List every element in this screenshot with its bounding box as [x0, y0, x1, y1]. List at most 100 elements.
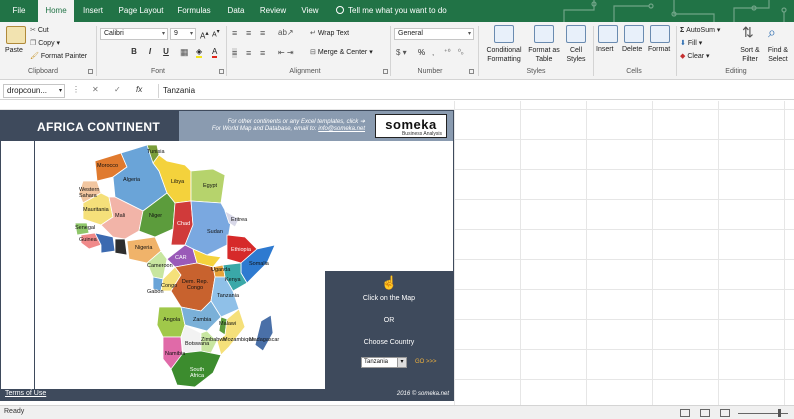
- country-dropdown[interactable]: Tanzania ▾: [361, 357, 407, 368]
- name-box[interactable]: dropcoun... ▾: [3, 84, 65, 98]
- currency-icon[interactable]: $ ▾: [396, 48, 407, 57]
- alignment-launcher-icon[interactable]: [383, 69, 388, 74]
- comma-icon[interactable]: ,: [432, 48, 434, 57]
- copy-button[interactable]: ❐ Copy ▾: [30, 39, 60, 47]
- map-region-egypt[interactable]: [190, 168, 226, 204]
- sort-filter-button[interactable]: Sort & Filter: [738, 46, 762, 64]
- clear-button[interactable]: ◆ Clear ▾: [680, 52, 710, 60]
- someka-logo[interactable]: someka Business Analysis: [375, 114, 447, 138]
- decrease-decimal-icon[interactable]: ⁰₀: [458, 48, 464, 56]
- insert-function-button[interactable]: fx: [136, 85, 142, 94]
- tab-page-layout[interactable]: Page Layout: [114, 0, 168, 22]
- find-select-button[interactable]: Find & Select: [764, 46, 792, 64]
- align-bottom-icon[interactable]: ≡: [260, 28, 265, 38]
- align-right-icon[interactable]: ≡: [260, 48, 265, 58]
- ribbon-separator: [96, 26, 97, 76]
- autosum-button[interactable]: Σ AutoSum ▾: [680, 26, 720, 34]
- percent-button[interactable]: %: [418, 48, 425, 57]
- cut-label: Cut: [37, 27, 49, 34]
- font-color-icon[interactable]: A: [212, 47, 218, 58]
- find-icon[interactable]: ⌕: [768, 24, 776, 41]
- cell-styles-button[interactable]: Cell Styles: [562, 46, 590, 64]
- borders-icon[interactable]: ▦: [180, 47, 189, 58]
- format-painter-button[interactable]: 🖌 Format Painter: [30, 52, 87, 60]
- ribbon-separator: [478, 26, 479, 76]
- insert-cells-icon[interactable]: [598, 25, 618, 43]
- chevron-down-icon[interactable]: ▾: [397, 357, 407, 368]
- align-top-icon[interactable]: ≡: [232, 28, 237, 38]
- clipboard-launcher-icon[interactable]: [88, 69, 93, 74]
- format-as-table-button[interactable]: Format as Table: [526, 46, 562, 64]
- number-format-select[interactable]: General ▾: [394, 28, 474, 40]
- orientation-icon[interactable]: ab↗: [278, 28, 294, 37]
- font-size-value: 9: [174, 30, 178, 37]
- tab-file[interactable]: File: [4, 0, 34, 22]
- email-link[interactable]: info@someka.net: [318, 126, 365, 132]
- ribbon-home: Paste ✂ Cut ❐ Copy ▾ 🖌 Format Painter Cl…: [0, 22, 794, 80]
- grow-font-button[interactable]: A▴: [200, 29, 209, 41]
- font-name-select[interactable]: Calibri ▾: [100, 28, 168, 40]
- grid-line: [454, 101, 455, 405]
- paste-button[interactable]: Paste: [5, 47, 23, 54]
- go-button[interactable]: GO >>>: [415, 359, 437, 365]
- tab-review[interactable]: Review: [256, 0, 290, 22]
- align-left-icon[interactable]: ≡: [232, 48, 238, 58]
- conditional-formatting-button[interactable]: Conditional Formatting: [482, 46, 526, 64]
- paste-icon[interactable]: [6, 26, 26, 44]
- clipboard-group-label: Clipboard: [28, 68, 58, 75]
- font-launcher-icon[interactable]: [219, 69, 224, 74]
- delete-cells-button[interactable]: Delete: [622, 46, 642, 53]
- cancel-icon[interactable]: ✕: [92, 85, 99, 94]
- format-cells-button[interactable]: Format: [648, 46, 670, 53]
- wrap-text-button[interactable]: ↵ Wrap Text: [310, 29, 349, 37]
- formula-input[interactable]: Tanzania: [158, 84, 788, 98]
- enter-icon[interactable]: ✓: [114, 85, 121, 94]
- font-size-select[interactable]: 9 ▾: [170, 28, 196, 40]
- map-region-botswana[interactable]: [180, 324, 202, 354]
- panel-choose-text: Choose Country: [363, 339, 415, 346]
- tab-formulas[interactable]: Formulas: [172, 0, 216, 22]
- tab-insert[interactable]: Insert: [78, 0, 108, 22]
- sort-filter-icon[interactable]: ⇅: [742, 24, 754, 41]
- map-region-madagascar[interactable]: [254, 314, 274, 352]
- cut-button[interactable]: ✂ Cut: [30, 26, 49, 34]
- bold-button[interactable]: B: [128, 47, 140, 56]
- template-footer: Terms of Use 2016 © someka.net: [1, 389, 453, 400]
- shrink-font-button[interactable]: A▾: [212, 29, 220, 38]
- tab-data[interactable]: Data: [222, 0, 250, 22]
- zoom-slider-handle[interactable]: [778, 409, 781, 417]
- map-region-sudan[interactable]: [184, 200, 232, 256]
- merge-center-button[interactable]: ⊟ Merge & Center ▾: [310, 48, 373, 56]
- increase-decimal-icon[interactable]: ⁺⁰: [444, 48, 451, 56]
- logo-subtitle: Business Analysis: [401, 131, 442, 137]
- map-region-ghana[interactable]: [114, 238, 128, 256]
- indent-icon[interactable]: ⇤ ⇥: [278, 48, 294, 57]
- tell-me-box[interactable]: Tell me what you want to do: [336, 0, 447, 22]
- insert-cells-button[interactable]: Insert: [596, 46, 614, 53]
- map-region-senegal[interactable]: [74, 222, 90, 236]
- map-region-zimbabwe[interactable]: [200, 330, 218, 354]
- tab-view[interactable]: View: [296, 0, 324, 22]
- italic-button[interactable]: I: [144, 47, 156, 56]
- templates-link[interactable]: For other continents or any Excel templa…: [185, 118, 365, 125]
- number-launcher-icon[interactable]: [469, 69, 474, 74]
- cell-styles-icon[interactable]: [566, 25, 586, 43]
- page-layout-view-icon[interactable]: [700, 409, 710, 417]
- map-region-angola[interactable]: [156, 306, 186, 338]
- tab-home[interactable]: Home: [38, 0, 74, 22]
- delete-cells-icon[interactable]: [624, 25, 644, 43]
- conditional-formatting-icon[interactable]: [494, 25, 514, 43]
- fill-button[interactable]: ⬇ Fill ▾: [680, 39, 702, 47]
- copy-label: Copy: [38, 40, 55, 47]
- align-middle-icon[interactable]: ≡: [246, 28, 251, 38]
- terms-of-use-link[interactable]: Terms of Use: [5, 390, 46, 397]
- align-center-icon[interactable]: ≡: [246, 48, 251, 58]
- lightbulb-icon: [336, 6, 344, 14]
- format-as-table-icon[interactable]: [534, 25, 554, 43]
- fill-color-icon[interactable]: ◈: [196, 47, 203, 58]
- more-options-icon[interactable]: ⋮: [72, 85, 80, 94]
- page-break-view-icon[interactable]: [720, 409, 730, 417]
- format-cells-icon[interactable]: [650, 25, 670, 43]
- underline-button[interactable]: U: [160, 47, 172, 56]
- normal-view-icon[interactable]: [680, 409, 690, 417]
